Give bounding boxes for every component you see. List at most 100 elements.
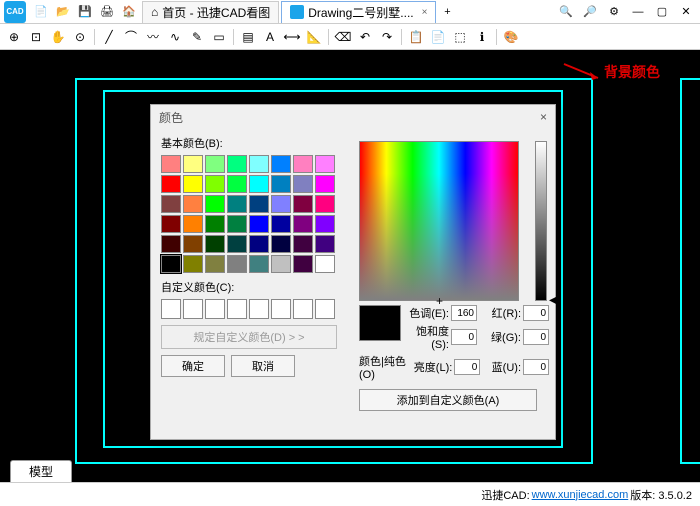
cancel-button[interactable]: 取消	[231, 355, 295, 377]
dialog-close-icon[interactable]: ×	[540, 110, 547, 124]
swatch[interactable]	[205, 255, 225, 273]
swatch[interactable]	[227, 215, 247, 233]
swatch[interactable]	[205, 215, 225, 233]
gradient-cursor[interactable]: +	[436, 294, 446, 304]
swatch[interactable]	[161, 235, 181, 253]
tab-home[interactable]: ⌂ 首页 - 迅捷CAD看图	[142, 1, 279, 23]
blue-input[interactable]	[523, 359, 549, 375]
swatch[interactable]	[293, 235, 313, 253]
swatch[interactable]	[271, 215, 291, 233]
swatch[interactable]	[183, 255, 203, 273]
swatch[interactable]	[161, 255, 181, 273]
swatch[interactable]	[293, 255, 313, 273]
layer-icon[interactable]: ▤	[238, 27, 258, 47]
open-icon[interactable]: 📂	[54, 3, 72, 21]
close-window-icon[interactable]: ✕	[678, 4, 694, 20]
swatch[interactable]	[161, 155, 181, 173]
swatch[interactable]	[271, 155, 291, 173]
swatch[interactable]	[227, 155, 247, 173]
swatch[interactable]	[315, 155, 335, 173]
swatch[interactable]	[205, 155, 225, 173]
swatch[interactable]	[293, 155, 313, 173]
swatch[interactable]	[315, 195, 335, 213]
swatch[interactable]	[271, 175, 291, 193]
zoom-out-icon[interactable]: 🔎	[582, 4, 598, 20]
swatch[interactable]	[249, 235, 269, 253]
maximize-icon[interactable]: ▢	[654, 4, 670, 20]
add-custom-button[interactable]: 添加到自定义颜色(A)	[359, 389, 537, 411]
zoom-window-icon[interactable]: ⊕	[4, 27, 24, 47]
green-input[interactable]	[523, 329, 549, 345]
swatch[interactable]	[161, 195, 181, 213]
line-icon[interactable]: ╱	[99, 27, 119, 47]
swatch[interactable]	[249, 255, 269, 273]
swatch[interactable]	[183, 215, 203, 233]
zoom-in-icon[interactable]: 🔍	[558, 4, 574, 20]
swatch[interactable]	[249, 155, 269, 173]
status-link[interactable]: www.xunjiecad.com	[532, 489, 629, 501]
paste-icon[interactable]: 📄	[428, 27, 448, 47]
settings-icon[interactable]: ⚙	[606, 4, 622, 20]
swatch[interactable]	[315, 175, 335, 193]
save-icon[interactable]: 💾	[76, 3, 94, 21]
new-icon[interactable]: 📄	[32, 3, 50, 21]
swatch[interactable]	[293, 215, 313, 233]
spline-icon[interactable]: ∿	[165, 27, 185, 47]
edit-icon[interactable]: ✎	[187, 27, 207, 47]
swatch[interactable]	[249, 195, 269, 213]
lum-input[interactable]	[454, 359, 480, 375]
block-icon[interactable]: ⬚	[450, 27, 470, 47]
swatch[interactable]	[249, 215, 269, 233]
swatch[interactable]	[315, 235, 335, 253]
model-tab[interactable]: 模型	[10, 460, 72, 482]
tab-drawing[interactable]: Drawing二号别墅.... ×	[281, 1, 436, 23]
close-icon[interactable]: ×	[422, 7, 428, 18]
swatch[interactable]	[315, 215, 335, 233]
text-icon[interactable]: A	[260, 27, 280, 47]
swatch[interactable]	[183, 155, 203, 173]
copy-icon[interactable]: 📋	[406, 27, 426, 47]
zoom-extent-icon[interactable]: ⊡	[26, 27, 46, 47]
swatch[interactable]	[293, 175, 313, 193]
swatch[interactable]	[315, 255, 335, 273]
swatch[interactable]	[227, 235, 247, 253]
rect-icon[interactable]: ▭	[209, 27, 229, 47]
ok-button[interactable]: 确定	[161, 355, 225, 377]
swatch[interactable]	[205, 175, 225, 193]
swatch[interactable]	[249, 175, 269, 193]
swatch[interactable]	[183, 175, 203, 193]
swatch[interactable]	[183, 235, 203, 253]
zoom-all-icon[interactable]: ⊙	[70, 27, 90, 47]
swatch[interactable]	[227, 255, 247, 273]
sat-input[interactable]	[451, 329, 477, 345]
add-tab-icon[interactable]: +	[438, 3, 456, 21]
hue-input[interactable]	[451, 305, 477, 321]
swatch[interactable]	[183, 195, 203, 213]
arc-icon[interactable]: ⌒	[121, 27, 141, 47]
undo-icon[interactable]: ↶	[355, 27, 375, 47]
luminance-slider[interactable]	[535, 141, 547, 301]
swatch[interactable]	[271, 255, 291, 273]
swatch[interactable]	[271, 235, 291, 253]
swatch[interactable]	[271, 195, 291, 213]
polyline-icon[interactable]: 〰	[143, 27, 163, 47]
measure-icon[interactable]: 📐	[304, 27, 324, 47]
dim-icon[interactable]: ⟷	[282, 27, 302, 47]
swatch[interactable]	[161, 175, 181, 193]
luminance-arrow-icon[interactable]: ◀	[549, 295, 557, 306]
swatch[interactable]	[161, 215, 181, 233]
swatch[interactable]	[227, 175, 247, 193]
color-gradient[interactable]: +	[359, 141, 519, 301]
pan-icon[interactable]: ✋	[48, 27, 68, 47]
props-icon[interactable]: ℹ	[472, 27, 492, 47]
red-input[interactable]	[523, 305, 549, 321]
swatch[interactable]	[227, 195, 247, 213]
minimize-icon[interactable]: —	[630, 4, 646, 20]
swatch[interactable]	[205, 195, 225, 213]
erase-icon[interactable]: ⌫	[333, 27, 353, 47]
redo-icon[interactable]: ↷	[377, 27, 397, 47]
print-icon[interactable]: 🖨	[98, 3, 116, 21]
swatch[interactable]	[293, 195, 313, 213]
home-icon[interactable]: 🏠	[120, 3, 138, 21]
color-icon[interactable]: 🎨	[501, 27, 521, 47]
